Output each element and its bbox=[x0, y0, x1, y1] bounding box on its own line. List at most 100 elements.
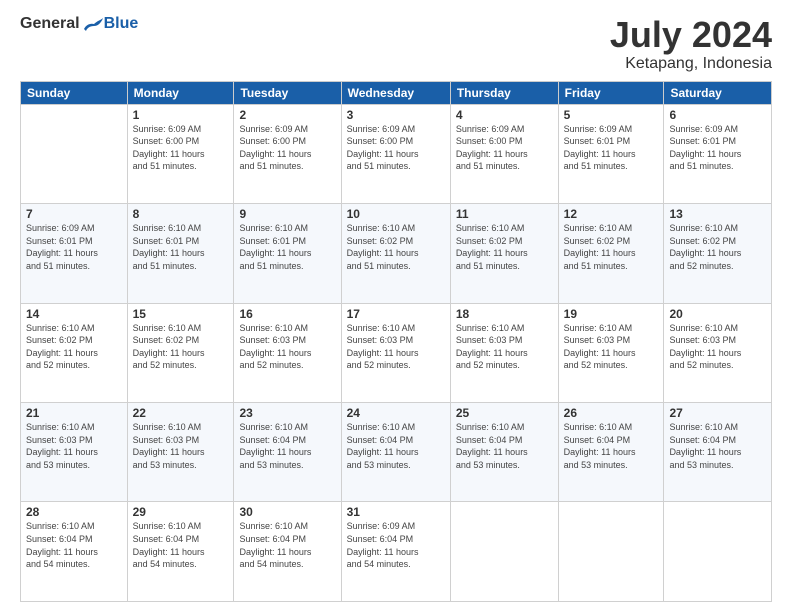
week-row-2: 7Sunrise: 6:09 AM Sunset: 6:01 PM Daylig… bbox=[21, 204, 772, 303]
table-row: 6Sunrise: 6:09 AM Sunset: 6:01 PM Daylig… bbox=[664, 104, 772, 203]
table-row: 8Sunrise: 6:10 AM Sunset: 6:01 PM Daylig… bbox=[127, 204, 234, 303]
day-number: 17 bbox=[347, 307, 445, 321]
table-row: 15Sunrise: 6:10 AM Sunset: 6:02 PM Dayli… bbox=[127, 303, 234, 402]
day-info: Sunrise: 6:10 AM Sunset: 6:04 PM Dayligh… bbox=[456, 421, 553, 471]
day-number: 4 bbox=[456, 108, 553, 122]
day-info: Sunrise: 6:10 AM Sunset: 6:04 PM Dayligh… bbox=[239, 520, 335, 570]
day-info: Sunrise: 6:09 AM Sunset: 6:00 PM Dayligh… bbox=[456, 123, 553, 173]
day-number: 7 bbox=[26, 207, 122, 221]
table-row: 2Sunrise: 6:09 AM Sunset: 6:00 PM Daylig… bbox=[234, 104, 341, 203]
day-number: 14 bbox=[26, 307, 122, 321]
week-row-5: 28 Sunrise: 6:10 AM Sunset: 6:04 PM Dayli… bbox=[21, 502, 772, 602]
day-number: 10 bbox=[347, 207, 445, 221]
day-number: 19 bbox=[564, 307, 659, 321]
day-number: 20 bbox=[669, 307, 766, 321]
col-monday: Monday bbox=[127, 81, 234, 104]
day-info: Sunrise: 6:10 AM Sunset: 6:02 PM Dayligh… bbox=[133, 322, 229, 372]
day-number: 24 bbox=[347, 406, 445, 420]
day-number: 2 bbox=[239, 108, 335, 122]
day-info: Sunrise: 6:10 AM Sunset: 6:03 PM Dayligh… bbox=[26, 421, 122, 471]
table-row: 3Sunrise: 6:09 AM Sunset: 6:00 PM Daylig… bbox=[341, 104, 450, 203]
table-row: 19Sunrise: 6:10 AM Sunset: 6:03 PM Dayli… bbox=[558, 303, 664, 402]
day-info: Sunrise: 6:10 AM Sunset: 6:03 PM Dayligh… bbox=[564, 322, 659, 372]
week-row-3: 14Sunrise: 6:10 AM Sunset: 6:02 PM Dayli… bbox=[21, 303, 772, 402]
table-row: 11Sunrise: 6:10 AM Sunset: 6:02 PM Dayli… bbox=[450, 204, 558, 303]
col-tuesday: Tuesday bbox=[234, 81, 341, 104]
calendar-table: Sunday Monday Tuesday Wednesday Thursday… bbox=[20, 81, 772, 602]
table-row: 14Sunrise: 6:10 AM Sunset: 6:02 PM Dayli… bbox=[21, 303, 128, 402]
logo-blue-text: Blue bbox=[104, 15, 139, 33]
logo: General Blue bbox=[20, 15, 138, 33]
table-row: 21Sunrise: 6:10 AM Sunset: 6:03 PM Dayli… bbox=[21, 403, 128, 502]
week-row-4: 21Sunrise: 6:10 AM Sunset: 6:03 PM Dayli… bbox=[21, 403, 772, 502]
table-row bbox=[558, 502, 664, 602]
location: Ketapang, Indonesia bbox=[610, 55, 772, 73]
day-info: Sunrise: 6:09 AM Sunset: 6:01 PM Dayligh… bbox=[26, 222, 122, 272]
day-number: 3 bbox=[347, 108, 445, 122]
day-number: 28 bbox=[26, 505, 122, 519]
day-number: 5 bbox=[564, 108, 659, 122]
day-number: 30 bbox=[239, 505, 335, 519]
table-row: 25Sunrise: 6:10 AM Sunset: 6:04 PM Dayli… bbox=[450, 403, 558, 502]
table-row: 7Sunrise: 6:09 AM Sunset: 6:01 PM Daylig… bbox=[21, 204, 128, 303]
col-saturday: Saturday bbox=[664, 81, 772, 104]
table-row: 28Sunrise: 6:10 AM Sunset: 6:04 PM Dayli… bbox=[21, 502, 128, 602]
day-info: Sunrise: 6:10 AM Sunset: 6:04 PM Dayligh… bbox=[564, 421, 659, 471]
header: General Blue July 2024 Ketapang, Indones… bbox=[20, 15, 772, 73]
table-row bbox=[21, 104, 128, 203]
day-number: 8 bbox=[133, 207, 229, 221]
logo-general-text: General bbox=[20, 15, 80, 33]
day-info: Sunrise: 6:10 AM Sunset: 6:03 PM Dayligh… bbox=[347, 322, 445, 372]
day-info: Sunrise: 6:10 AM Sunset: 6:02 PM Dayligh… bbox=[564, 222, 659, 272]
calendar-page: General Blue July 2024 Ketapang, Indones… bbox=[0, 0, 792, 612]
week-row-1: 1Sunrise: 6:09 AM Sunset: 6:00 PM Daylig… bbox=[21, 104, 772, 203]
day-info: Sunrise: 6:10 AM Sunset: 6:02 PM Dayligh… bbox=[669, 222, 766, 272]
day-info: Sunrise: 6:10 AM Sunset: 6:04 PM Dayligh… bbox=[133, 520, 229, 570]
logo-bird-icon bbox=[82, 15, 104, 33]
col-wednesday: Wednesday bbox=[341, 81, 450, 104]
table-row: 13Sunrise: 6:10 AM Sunset: 6:02 PM Dayli… bbox=[664, 204, 772, 303]
table-row: 20Sunrise: 6:10 AM Sunset: 6:03 PM Dayli… bbox=[664, 303, 772, 402]
day-info: Sunrise: 6:10 AM Sunset: 6:04 PM Dayligh… bbox=[239, 421, 335, 471]
day-info: Sunrise: 6:09 AM Sunset: 6:00 PM Dayligh… bbox=[347, 123, 445, 173]
day-number: 29 bbox=[133, 505, 229, 519]
table-row: 10Sunrise: 6:10 AM Sunset: 6:02 PM Dayli… bbox=[341, 204, 450, 303]
table-row: 1Sunrise: 6:09 AM Sunset: 6:00 PM Daylig… bbox=[127, 104, 234, 203]
col-sunday: Sunday bbox=[21, 81, 128, 104]
day-number: 6 bbox=[669, 108, 766, 122]
col-thursday: Thursday bbox=[450, 81, 558, 104]
day-number: 23 bbox=[239, 406, 335, 420]
table-row bbox=[664, 502, 772, 602]
day-info: Sunrise: 6:09 AM Sunset: 6:01 PM Dayligh… bbox=[564, 123, 659, 173]
table-row bbox=[450, 502, 558, 602]
day-number: 1 bbox=[133, 108, 229, 122]
day-number: 9 bbox=[239, 207, 335, 221]
table-row: 18Sunrise: 6:10 AM Sunset: 6:03 PM Dayli… bbox=[450, 303, 558, 402]
table-row: 29Sunrise: 6:10 AM Sunset: 6:04 PM Dayli… bbox=[127, 502, 234, 602]
table-row: 17Sunrise: 6:10 AM Sunset: 6:03 PM Dayli… bbox=[341, 303, 450, 402]
day-number: 11 bbox=[456, 207, 553, 221]
day-number: 21 bbox=[26, 406, 122, 420]
day-info: Sunrise: 6:10 AM Sunset: 6:02 PM Dayligh… bbox=[26, 322, 122, 372]
table-row: 5Sunrise: 6:09 AM Sunset: 6:01 PM Daylig… bbox=[558, 104, 664, 203]
day-info: Sunrise: 6:10 AM Sunset: 6:04 PM Dayligh… bbox=[669, 421, 766, 471]
day-info: Sunrise: 6:10 AM Sunset: 6:04 PM Dayligh… bbox=[347, 421, 445, 471]
day-number: 26 bbox=[564, 406, 659, 420]
day-info: Sunrise: 6:09 AM Sunset: 6:00 PM Dayligh… bbox=[239, 123, 335, 173]
day-number: 31 bbox=[347, 505, 445, 519]
table-row: 4Sunrise: 6:09 AM Sunset: 6:00 PM Daylig… bbox=[450, 104, 558, 203]
day-info: Sunrise: 6:10 AM Sunset: 6:03 PM Dayligh… bbox=[669, 322, 766, 372]
day-info: Sunrise: 6:09 AM Sunset: 6:04 PM Dayligh… bbox=[347, 520, 445, 570]
month-title: July 2024 bbox=[610, 15, 772, 55]
day-info: Sunrise: 6:09 AM Sunset: 6:00 PM Dayligh… bbox=[133, 123, 229, 173]
day-info: Sunrise: 6:09 AM Sunset: 6:01 PM Dayligh… bbox=[669, 123, 766, 173]
day-number: 16 bbox=[239, 307, 335, 321]
table-row: 23Sunrise: 6:10 AM Sunset: 6:04 PM Dayli… bbox=[234, 403, 341, 502]
day-number: 12 bbox=[564, 207, 659, 221]
day-info: Sunrise: 6:10 AM Sunset: 6:01 PM Dayligh… bbox=[133, 222, 229, 272]
day-number: 13 bbox=[669, 207, 766, 221]
table-row: 31Sunrise: 6:09 AM Sunset: 6:04 PM Dayli… bbox=[341, 502, 450, 602]
title-section: July 2024 Ketapang, Indonesia bbox=[610, 15, 772, 73]
table-row: 22Sunrise: 6:10 AM Sunset: 6:03 PM Dayli… bbox=[127, 403, 234, 502]
day-info: Sunrise: 6:10 AM Sunset: 6:01 PM Dayligh… bbox=[239, 222, 335, 272]
